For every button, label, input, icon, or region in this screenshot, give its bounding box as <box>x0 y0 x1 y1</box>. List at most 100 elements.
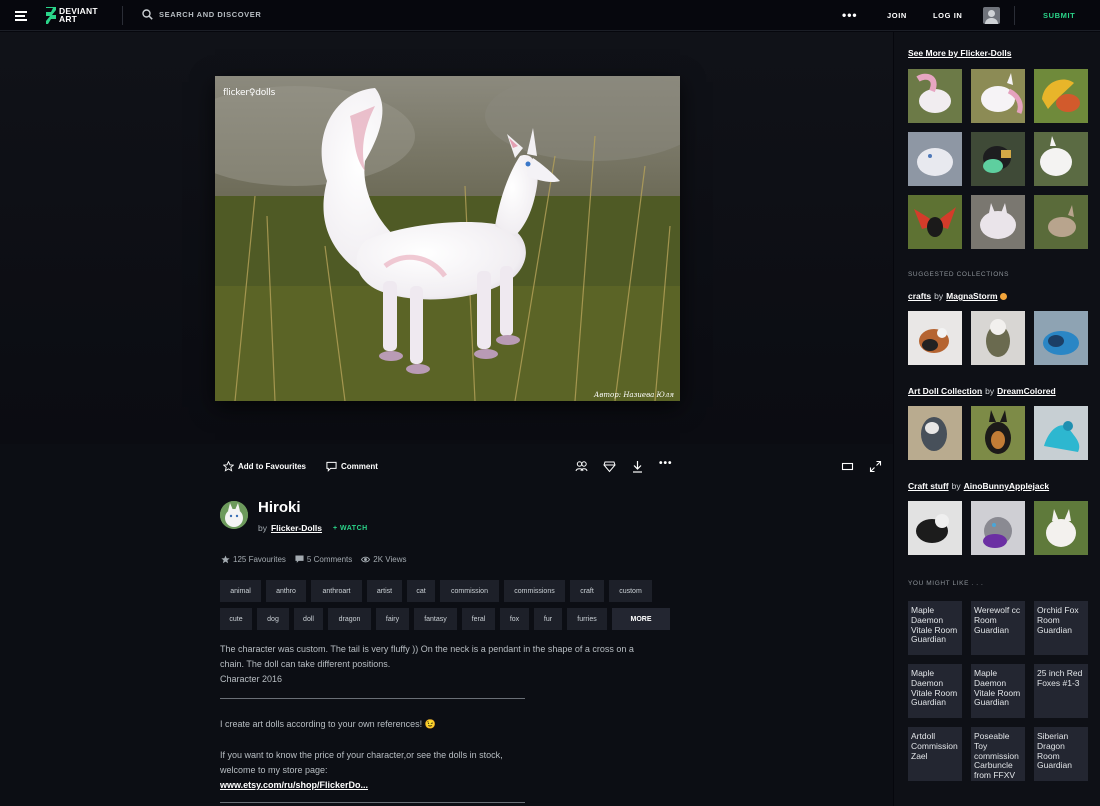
tag[interactable]: dog <box>257 608 289 630</box>
more-by-thumbnail[interactable] <box>1034 132 1088 186</box>
tag[interactable]: furries <box>567 608 607 630</box>
tag[interactable]: cat <box>407 580 435 602</box>
collection-thumbnail[interactable] <box>971 406 1025 460</box>
login-link[interactable]: LOG IN <box>933 11 962 20</box>
tag[interactable]: cute <box>220 608 252 630</box>
tag[interactable]: feral <box>462 608 495 630</box>
description-divider <box>220 802 525 803</box>
more-menu-icon[interactable]: ••• <box>842 8 858 22</box>
description-line: chain. The doll can take different posit… <box>220 659 391 669</box>
you-might-like-card[interactable]: Werewolf cc Room Guardian <box>971 601 1025 655</box>
more-by-thumbnail[interactable] <box>1034 195 1088 249</box>
deviantart-logo[interactable]: DEVIANT ART <box>45 6 98 25</box>
join-link[interactable]: JOIN <box>887 11 907 20</box>
you-might-like-card[interactable]: Poseable Toy commission Carbuncle from F… <box>971 727 1025 781</box>
eye-icon <box>361 556 371 563</box>
tag[interactable]: custom <box>609 580 652 602</box>
tag[interactable]: anthroart <box>311 580 362 602</box>
you-might-like-card[interactable]: Maple Daemon Vitale Room Guardian <box>908 664 962 718</box>
artwork-credit: Автор: Назиева Юля <box>594 391 674 399</box>
you-might-like-card[interactable]: Orchid Fox Room Guardian <box>1034 601 1088 655</box>
collection-thumbnail[interactable] <box>1034 311 1088 365</box>
download-icon[interactable] <box>631 460 644 473</box>
people-icon[interactable] <box>575 460 588 473</box>
search-icon <box>142 9 153 20</box>
more-by-thumbnail[interactable] <box>908 69 962 123</box>
more-tags-button[interactable]: MORE <box>612 608 670 630</box>
tag[interactable]: fairy <box>376 608 409 630</box>
deviation-stats: 125 Favourites 5 Comments 2K Views <box>221 555 415 564</box>
search-placeholder: SEARCH AND DISCOVER <box>159 10 262 19</box>
tag[interactable]: fur <box>534 608 562 630</box>
search-bar[interactable]: SEARCH AND DISCOVER <box>142 9 261 20</box>
suggested-collections-label: SUGGESTED COLLECTIONS <box>908 271 1010 278</box>
star-icon <box>223 461 234 472</box>
tag[interactable]: anthro <box>266 580 306 602</box>
byline: by Flicker-Dolls + WATCH <box>258 523 368 533</box>
submit-button[interactable]: SUBMIT <box>1043 11 1075 20</box>
badge-icon[interactable] <box>603 460 616 473</box>
collection-title-art-doll: Art Doll Collection by DreamColored <box>908 386 1056 396</box>
description-divider <box>220 698 525 699</box>
user-avatar-icon[interactable] <box>983 7 1000 24</box>
description-line: Character 2016 <box>220 674 283 684</box>
collection-link[interactable]: Art Doll Collection <box>908 386 982 396</box>
collection-link[interactable]: crafts <box>908 291 931 301</box>
collection-thumbnail[interactable] <box>971 501 1025 555</box>
description-line: welcome to my store page: <box>220 765 328 775</box>
comment-button[interactable]: Comment <box>326 461 378 472</box>
collection-owner-link[interactable]: AinoBunnyApplejack <box>964 481 1049 491</box>
more-options-icon[interactable]: ••• <box>659 458 673 469</box>
description-line: The character was custom. The tail is ve… <box>220 644 634 654</box>
collection-thumbnail[interactable] <box>908 406 962 460</box>
collection-owner-link[interactable]: DreamColored <box>997 386 1056 396</box>
collection-owner-link[interactable]: MagnaStorm <box>946 291 997 301</box>
description-line: I create art dolls according to your own… <box>220 719 436 729</box>
tag[interactable]: commission <box>440 580 499 602</box>
tag[interactable]: dragon <box>328 608 371 630</box>
menu-icon[interactable] <box>15 11 27 21</box>
comments-stat: 5 Comments <box>295 555 352 564</box>
you-might-like-card[interactable]: Siberian Dragon Room Guardian <box>1034 727 1088 781</box>
collection-thumbnail[interactable] <box>908 501 962 555</box>
theater-mode-icon[interactable] <box>841 460 854 473</box>
tag[interactable]: commissions <box>504 580 565 602</box>
more-by-thumbnail[interactable] <box>1034 69 1088 123</box>
more-by-thumbnail[interactable] <box>908 132 962 186</box>
byline-by: by <box>258 523 267 533</box>
tag[interactable]: craft <box>570 580 604 602</box>
more-by-thumbnail[interactable] <box>971 195 1025 249</box>
collection-thumbnail[interactable] <box>1034 406 1088 460</box>
etsy-store-link[interactable]: www.etsy.com/ru/shop/FlickerDo... <box>220 778 368 793</box>
watch-button[interactable]: + WATCH <box>333 525 368 532</box>
tag[interactable]: doll <box>294 608 323 630</box>
you-might-like-card[interactable]: Maple Daemon Vitale Room Guardian <box>971 664 1025 718</box>
tag[interactable]: artist <box>367 580 402 602</box>
more-by-thumbnail[interactable] <box>971 132 1025 186</box>
collection-thumbnail[interactable] <box>1034 501 1088 555</box>
tag[interactable]: fantasy <box>414 608 457 630</box>
artwork-image[interactable]: flicker♀dolls Автор: Назиева Юля <box>215 76 680 401</box>
author-link[interactable]: Flicker-Dolls <box>271 523 322 533</box>
add-to-favourites-button[interactable]: Add to Favourites <box>223 461 306 472</box>
more-by-thumbnail[interactable] <box>908 195 962 249</box>
fullscreen-icon[interactable] <box>869 460 882 473</box>
top-bar: DEVIANT ART SEARCH AND DISCOVER ••• JOIN… <box>0 0 1100 31</box>
collection-title-craft-stuff: Craft stuff by AinoBunnyApplejack <box>908 481 1049 491</box>
tag[interactable]: animal <box>220 580 261 602</box>
you-might-like-card[interactable]: Artdoll Commission Zael <box>908 727 962 781</box>
collection-thumbnail[interactable] <box>908 311 962 365</box>
description-line: If you want to know the price of your ch… <box>220 750 503 760</box>
collection-by: by <box>951 481 961 491</box>
logo-line-2: ART <box>59 13 78 24</box>
collection-thumbnail[interactable] <box>971 311 1025 365</box>
tag[interactable]: fox <box>500 608 529 630</box>
artwork-picture <box>215 76 680 401</box>
collection-link[interactable]: Craft stuff <box>908 481 949 491</box>
you-might-like-card[interactable]: Maple Daemon Vitale Room Guardian <box>908 601 962 655</box>
more-by-thumbnail[interactable] <box>971 69 1025 123</box>
author-avatar[interactable] <box>220 501 248 529</box>
see-more-by-link[interactable]: See More by Flicker-Dolls <box>908 48 1011 58</box>
you-might-like-card[interactable]: 25 inch Red Foxes #1-3 <box>1034 664 1088 718</box>
add-to-favourites-label: Add to Favourites <box>238 462 307 471</box>
